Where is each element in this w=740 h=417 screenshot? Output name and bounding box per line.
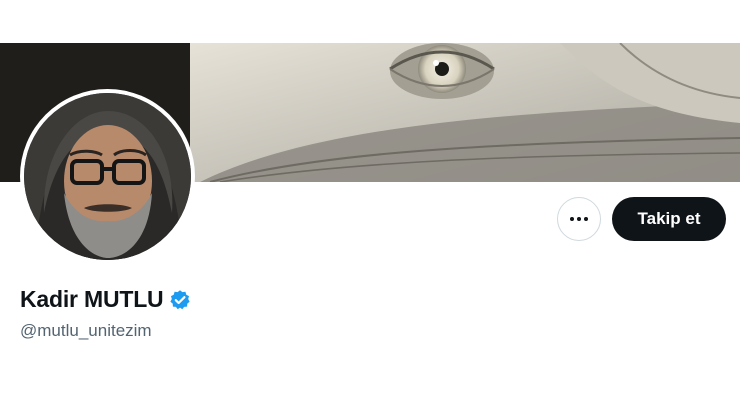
profile-name-row: Kadir MUTLU	[20, 286, 191, 313]
profile-handle: @mutlu_unitezim	[20, 321, 152, 340]
verified-badge-icon[interactable]	[169, 289, 191, 311]
follow-button[interactable]: Takip et	[612, 197, 726, 241]
display-name: Kadir MUTLU	[20, 286, 164, 312]
more-dots-icon	[570, 217, 588, 221]
profile-avatar[interactable]	[20, 89, 195, 264]
more-options-button[interactable]	[557, 197, 601, 241]
avatar-image	[24, 93, 191, 260]
